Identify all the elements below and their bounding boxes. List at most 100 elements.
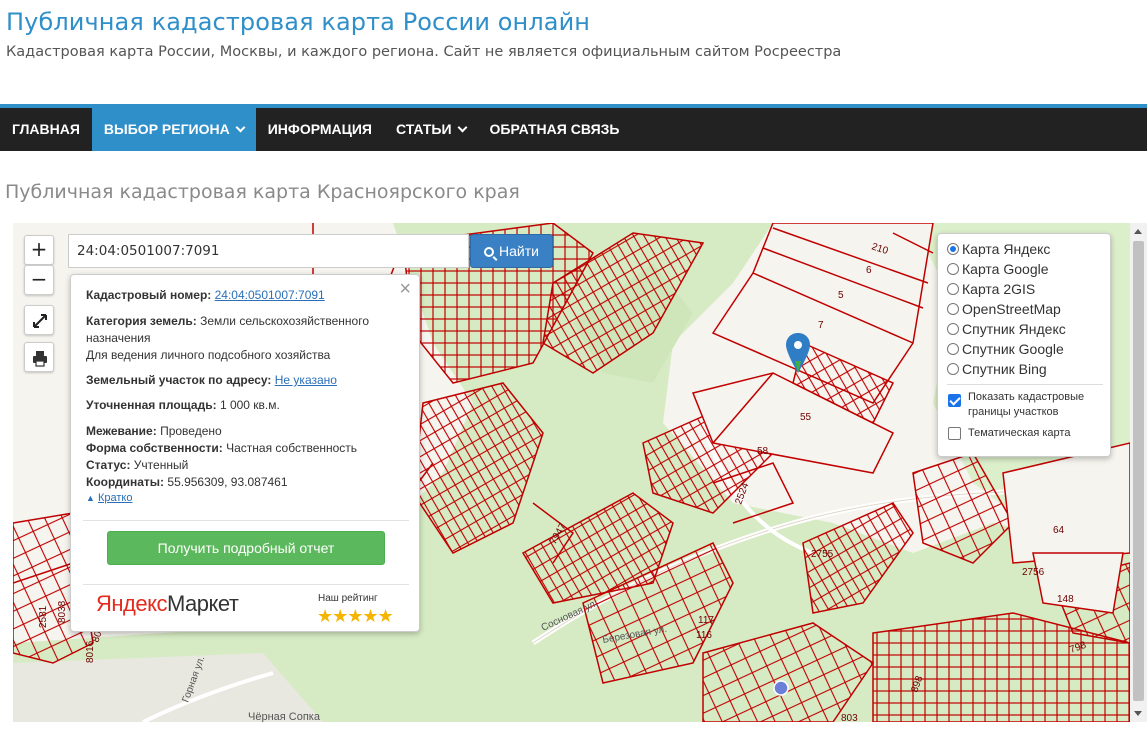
logo-text-market: Маркет <box>166 591 239 616</box>
logo-text-yandex: Яндекс <box>96 591 167 616</box>
print-button[interactable] <box>24 342 54 372</box>
scroll-down-icon[interactable] <box>1134 711 1142 716</box>
land-usage-value: Для ведения личного подсобного хозяйства <box>86 348 331 362</box>
location-marker-icon[interactable] <box>786 333 810 373</box>
scroll-thumb[interactable] <box>1133 241 1144 701</box>
parcel-label: 2755 <box>811 549 834 560</box>
layer-option-label: Спутник Google <box>962 341 1064 357</box>
nav-item-articles[interactable]: СТАТЬИ <box>384 108 478 151</box>
survey-label: Межевание: <box>86 424 157 438</box>
site-title[interactable]: Публичная кадастровая карта России онлай… <box>6 8 590 36</box>
layer-option-2gis-map[interactable]: Карта 2GIS <box>947 280 1035 298</box>
chevron-down-icon <box>235 122 246 133</box>
nav-item-label: ОБРАТНАЯ СВЯЗЬ <box>489 121 620 137</box>
page-title: Публичная кадастровая карта Красноярског… <box>5 181 520 203</box>
get-report-button[interactable]: Получить подробный отчет <box>107 531 385 565</box>
zoom-out-button[interactable]: − <box>24 265 54 295</box>
triangle-up-icon: ▲ <box>86 493 95 503</box>
divider <box>83 584 409 585</box>
printer-icon <box>33 351 47 367</box>
parcel-label: 8038 <box>57 600 68 623</box>
brief-link[interactable]: Кратко <box>98 492 133 504</box>
area-value: 1 000 кв.м. <box>219 398 280 412</box>
thematic-map-checkbox[interactable] <box>948 427 961 440</box>
scroll-up-icon[interactable] <box>1134 229 1142 234</box>
search-button-label: Найти <box>499 243 539 259</box>
nav-item-label: ВЫБОР РЕГИОНА <box>103 121 230 137</box>
layer-option-google-map[interactable]: Карта Google <box>947 260 1049 278</box>
map-layer-panel: Карта Яндекс Карта Google Карта 2GIS Ope… <box>937 233 1111 457</box>
page-scrollbar[interactable] <box>1130 223 1147 722</box>
layer-option-yandex-map[interactable]: Карта Яндекс <box>947 240 1050 258</box>
parcel-label: 6 <box>866 265 872 276</box>
parcel-label: 7 <box>818 320 824 331</box>
radio-button[interactable] <box>947 243 959 255</box>
close-icon[interactable]: × <box>399 279 411 299</box>
layer-option-bing-satellite[interactable]: Спутник Bing <box>947 360 1047 378</box>
divider <box>947 384 1103 385</box>
land-category-value: Земли сельскохозяйственного <box>200 314 370 328</box>
radio-button[interactable] <box>947 323 959 335</box>
radio-button[interactable] <box>947 303 959 315</box>
parcel-label: 2756 <box>1022 567 1045 578</box>
main-navigation: ГЛАВНАЯ ВЫБОР РЕГИОНА ИНФОРМАЦИЯ СТАТЬИ … <box>0 108 1147 151</box>
nav-item-region-select[interactable]: ВЫБОР РЕГИОНА <box>91 108 256 151</box>
parcel-label: 8016 <box>85 640 96 663</box>
search-icon <box>484 247 495 257</box>
parcel-info-popup: × Кадастровый номер: 24:04:0501007:7091 … <box>70 274 420 632</box>
land-category-value-2: назначения <box>86 331 151 345</box>
zoom-in-button[interactable]: + <box>24 235 54 265</box>
cadastral-number-link[interactable]: 24:04:0501007:7091 <box>215 288 325 302</box>
parcel-label: 55 <box>800 412 812 423</box>
parcel-label: 64 <box>1053 525 1065 536</box>
radio-button[interactable] <box>947 363 959 375</box>
show-borders-checkbox[interactable] <box>948 394 961 407</box>
land-category-label: Категория земель: <box>86 314 197 328</box>
nav-item-feedback[interactable]: ОБРАТНАЯ СВЯЗЬ <box>478 108 632 151</box>
radio-button[interactable] <box>947 263 959 275</box>
fullscreen-button[interactable] <box>24 305 54 335</box>
thematic-map-label: Тематическая карта <box>968 427 1071 439</box>
nav-item-information[interactable]: ИНФОРМАЦИЯ <box>256 108 384 151</box>
cadastral-number-row: Кадастровый номер: 24:04:0501007:7091 <box>86 288 325 302</box>
radio-button[interactable] <box>947 343 959 355</box>
address-row: Земельный участок по адресу: Не указано <box>86 373 337 387</box>
site-header: Публичная кадастровая карта России онлай… <box>0 0 1147 104</box>
status-value: Учтенный <box>133 458 189 472</box>
address-link[interactable]: Не указано <box>275 373 337 387</box>
nav-item-label: ИНФОРМАЦИЯ <box>267 121 372 137</box>
street-label: Чёрная Сопка <box>248 711 321 722</box>
land-category-row: Категория земель: Земли сельскохозяйстве… <box>86 313 406 364</box>
yandex-market-logo[interactable]: ЯндексМаркет <box>96 591 239 617</box>
area-label: Уточненная площадь: <box>86 398 217 412</box>
search-button[interactable]: Найти <box>470 234 553 268</box>
show-borders-label: Показать кадастровые границы участков <box>968 391 1085 418</box>
nav-item-home[interactable]: ГЛАВНАЯ <box>0 108 92 151</box>
layer-option-label: Карта Яндекс <box>962 241 1051 257</box>
brief-toggle[interactable]: ▲ Кратко <box>86 492 132 504</box>
layer-option-label: Спутник Bing <box>962 361 1047 377</box>
parcel-label: 5 <box>838 290 844 301</box>
parcel-label: 803 <box>841 713 858 722</box>
layer-option-openstreetmap[interactable]: OpenStreetMap <box>947 300 1061 318</box>
cadastral-number-label: Кадастровый номер: <box>86 288 212 302</box>
nav-item-label: ГЛАВНАЯ <box>12 121 80 137</box>
fullscreen-icon <box>33 314 47 328</box>
site-description: Кадастровая карта России, Москвы, и кажд… <box>6 44 842 60</box>
layer-option-yandex-satellite[interactable]: Спутник Яндекс <box>947 320 1066 338</box>
survey-value: Проведено <box>160 424 222 438</box>
layer-option-google-satellite[interactable]: Спутник Google <box>947 340 1064 358</box>
address-label: Земельный участок по адресу: <box>86 373 272 387</box>
coordinates-value: 55.956309, 93.087461 <box>167 475 288 489</box>
radio-button[interactable] <box>947 283 959 295</box>
layer-option-label: OpenStreetMap <box>962 301 1061 317</box>
ownership-label: Форма собственности: <box>86 441 223 455</box>
layer-option-label: Карта Google <box>962 261 1049 277</box>
cadastral-search-input[interactable]: 24:04:0501007:7091 <box>68 234 469 268</box>
layer-option-label: Карта 2GIS <box>962 281 1036 297</box>
rating-stars: ★★★★★ <box>317 606 394 626</box>
coordinates-label: Координаты: <box>86 475 165 489</box>
nav-item-label: СТАТЬИ <box>396 121 452 137</box>
area-row: Уточненная площадь: 1 000 кв.м. <box>86 398 280 412</box>
parcel-label: 58 <box>757 446 769 457</box>
